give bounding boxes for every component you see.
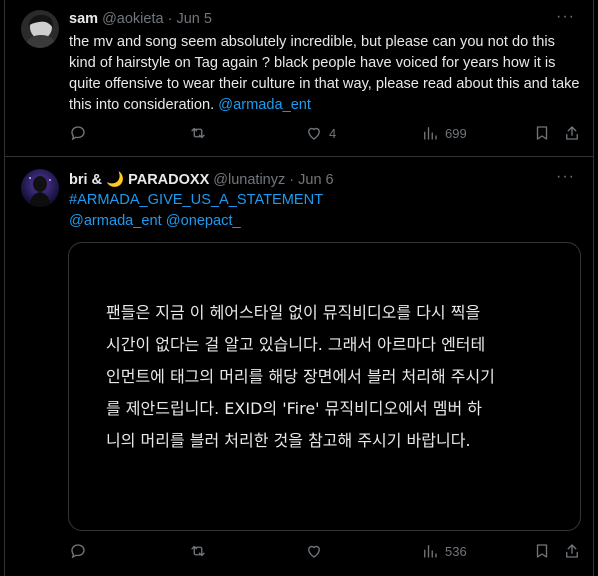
tweet-text: #ARMADA_GIVE_US_A_STATEMENT @armada_ent … — [69, 190, 584, 232]
tweet-text: the mv and song seem absolutely incredib… — [69, 32, 584, 116]
avatar[interactable] — [21, 10, 59, 48]
retweet-icon — [191, 127, 205, 139]
mention-link[interactable]: @armada_ent — [218, 97, 311, 113]
tweet-sam[interactable]: sam @aokieta · Jun 5 ··· the mv and song… — [5, 0, 593, 155]
avatar-image — [21, 169, 59, 207]
timeline: sam @aokieta · Jun 5 ··· the mv and song… — [4, 0, 594, 576]
reply-icon — [71, 126, 85, 141]
retweet-button[interactable] — [189, 542, 213, 560]
separator: · — [289, 172, 295, 188]
text-image-card[interactable]: 팬들은 지금 이 헤어스타일 없이 뮤직비디오를 다시 찍을 시간이 없다는 걸… — [68, 242, 581, 531]
share-icon — [566, 126, 578, 140]
views-icon — [424, 127, 437, 140]
mention-link[interactable]: @armada_ent — [69, 213, 162, 229]
reply-button[interactable] — [69, 542, 93, 560]
timestamp[interactable]: Jun 6 — [298, 172, 333, 188]
hashtag-link[interactable]: #ARMADA_GIVE_US_A_STATEMENT — [69, 192, 323, 208]
bookmark-icon — [536, 544, 548, 558]
more-options-icon[interactable]: ··· — [556, 168, 575, 186]
views-count: 536 — [445, 543, 467, 559]
share-button[interactable] — [563, 124, 581, 142]
like-button[interactable]: 4 — [305, 124, 336, 142]
card-line: 시간이 없다는 걸 알고 있습니다. 그래서 아르마다 엔터테 — [106, 335, 486, 354]
like-button[interactable] — [305, 542, 329, 560]
reply-icon — [71, 544, 85, 559]
card-text: 팬들은 지금 이 헤어스타일 없이 뮤직비디오를 다시 찍을 시간이 없다는 걸… — [106, 297, 566, 457]
bookmark-icon — [536, 126, 548, 140]
handle[interactable]: @lunatinyz — [213, 172, 285, 188]
views-icon — [424, 545, 437, 558]
avatar-image — [21, 10, 59, 48]
bookmark-button[interactable] — [533, 542, 551, 560]
like-icon — [308, 127, 320, 140]
share-icon — [566, 544, 578, 558]
views-count: 699 — [445, 125, 467, 141]
tweet-header: sam @aokieta · Jun 5 — [69, 11, 212, 27]
action-bar: 4 699 — [69, 124, 589, 144]
tweet-bri[interactable]: bri & 🌙 PARADOXX @lunatinyz · Jun 6 ··· … — [5, 157, 593, 576]
timestamp[interactable]: Jun 5 — [176, 11, 211, 27]
card-line: 팬들은 지금 이 헤어스타일 없이 뮤직비디오를 다시 찍을 — [106, 303, 481, 322]
views-button[interactable]: 699 — [421, 124, 467, 142]
card-line: 인먼트에 태그의 머리를 해당 장면에서 블러 처리해 주시기 — [106, 367, 495, 386]
retweet-button[interactable] — [189, 124, 213, 142]
card-line: 를 제안드립니다. EXID의 'Fire' 뮤직비디오에서 멤버 하 — [106, 399, 483, 418]
tweet-header: bri & 🌙 PARADOXX @lunatinyz · Jun 6 — [69, 171, 334, 188]
display-name[interactable]: sam — [69, 11, 98, 27]
avatar[interactable] — [21, 169, 59, 207]
views-button[interactable]: 536 — [421, 542, 467, 560]
handle[interactable]: @aokieta — [102, 11, 163, 27]
mention-link[interactable]: @onepact_ — [166, 213, 241, 229]
like-icon — [308, 545, 320, 558]
more-options-icon[interactable]: ··· — [556, 8, 575, 26]
like-count: 4 — [329, 125, 337, 141]
reply-button[interactable] — [69, 124, 93, 142]
bookmark-button[interactable] — [533, 124, 551, 142]
share-button[interactable] — [563, 542, 581, 560]
retweet-icon — [191, 545, 205, 557]
display-name[interactable]: bri & 🌙 PARADOXX — [69, 172, 209, 188]
tweet-body: the mv and song seem absolutely incredib… — [69, 34, 580, 113]
separator: · — [167, 11, 173, 27]
action-bar: 536 — [69, 542, 589, 562]
card-line: 니의 머리를 블러 처리한 것을 참고해 주시기 바랍니다. — [106, 431, 471, 450]
